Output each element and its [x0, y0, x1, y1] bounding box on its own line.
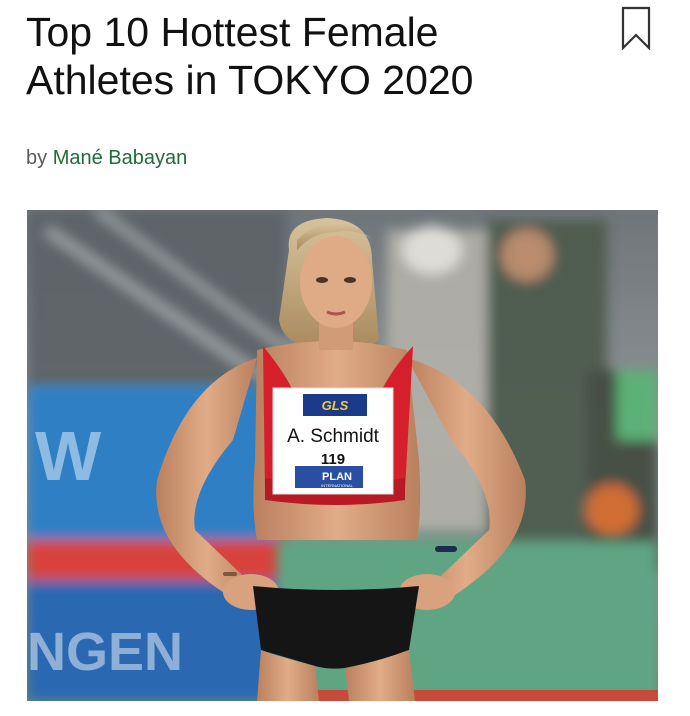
byline-prefix: by [26, 147, 48, 169]
bib-number: 119 [321, 451, 345, 468]
bib-sponsor-bottom: PLAN [322, 471, 352, 483]
banner-text: NGEN [27, 622, 183, 682]
byline: by Mané Babayan [26, 147, 187, 170]
bookmark-icon [621, 6, 651, 51]
bib-sponsor-top: GLS [322, 398, 349, 413]
hero-image: W NGEN GLS A. Schmidt 119 PLAN INTERNATI… [27, 210, 658, 701]
bib-sponsor-bottom-sub: INTERNATIONAL [321, 483, 353, 488]
race-bib: GLS A. Schmidt 119 PLAN INTERNATIONAL [272, 387, 394, 495]
author-link[interactable]: Mané Babayan [53, 147, 188, 169]
athlete-photo: W NGEN GLS A. Schmidt 119 PLAN INTERNATI… [27, 210, 658, 701]
bib-name: A. Schmidt [287, 426, 380, 447]
svg-text:W: W [35, 417, 101, 495]
article-title: Top 10 Hottest Female Athletes in TOKYO … [26, 9, 474, 103]
bookmark-button[interactable] [621, 6, 651, 51]
